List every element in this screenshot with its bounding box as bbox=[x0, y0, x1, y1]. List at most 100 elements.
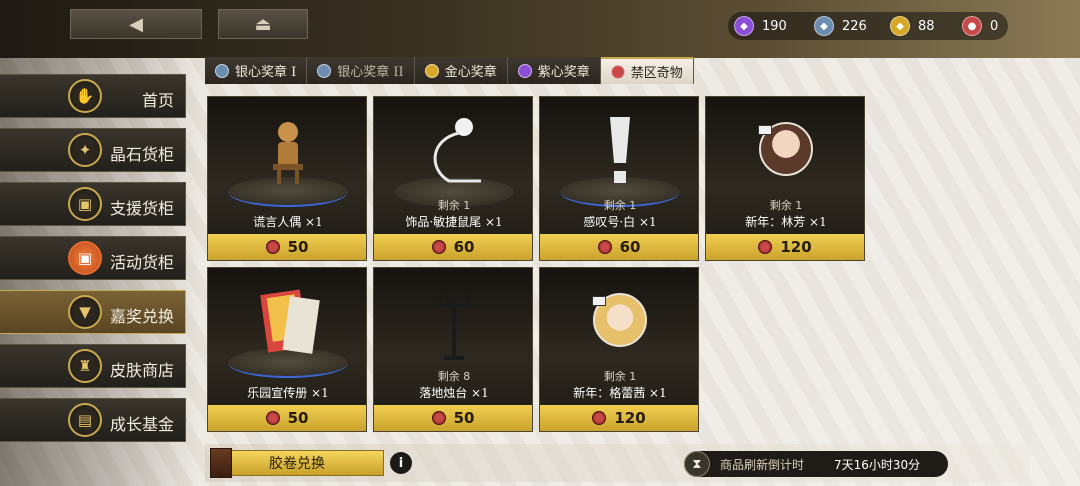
price-bar: 120 bbox=[540, 405, 698, 431]
puppet-figure-icon bbox=[253, 115, 323, 190]
item-remaining: 剩余 1 bbox=[769, 199, 803, 212]
tab-gold-heart[interactable]: 金心奖章 bbox=[414, 57, 508, 84]
price-bar: 60 bbox=[374, 234, 532, 260]
back-arrow-icon: ◀ bbox=[129, 13, 143, 35]
red-coin-icon bbox=[265, 240, 280, 254]
shop-item-card[interactable]: 谎言人偶 ×1 50 bbox=[207, 96, 367, 261]
currency-purple: ◆ 190 bbox=[734, 14, 787, 38]
box-icon: ▣ bbox=[68, 187, 102, 221]
currency-silver-value: 226 bbox=[842, 18, 867, 34]
red-coin-icon bbox=[265, 411, 280, 425]
eject-home-icon: ⏏ bbox=[254, 13, 272, 35]
sidebar-item-label: 活动货柜 bbox=[110, 253, 175, 272]
shop-item-card[interactable]: 乐园宣传册 ×1 50 bbox=[207, 267, 367, 432]
chest-icon: ▤ bbox=[68, 403, 102, 437]
item-price: 50 bbox=[287, 238, 309, 256]
red-coin-icon bbox=[610, 64, 625, 79]
item-price: 60 bbox=[453, 238, 475, 256]
purple-gem-icon: ◆ bbox=[734, 16, 754, 36]
hourglass-icon: ⧗ bbox=[684, 451, 710, 477]
home-button[interactable]: ⏏ bbox=[218, 9, 308, 39]
sidebar-item-support[interactable]: ▣ 支援货柜 bbox=[0, 182, 186, 226]
red-coin-icon bbox=[431, 240, 446, 254]
item-price: 50 bbox=[287, 409, 309, 427]
item-remaining: 剩余 8 bbox=[437, 370, 471, 383]
sidebar-item-label: 嘉奖兑换 bbox=[110, 307, 175, 326]
candelabra-icon bbox=[419, 286, 489, 361]
item-name: 落地烛台 ×1 bbox=[419, 386, 489, 400]
item-price: 50 bbox=[453, 409, 475, 427]
silver-gem-icon bbox=[215, 63, 229, 78]
sidebar-item-label: 首页 bbox=[142, 91, 175, 110]
currency-red-value: 0 bbox=[990, 18, 999, 34]
price-bar: 120 bbox=[706, 234, 864, 260]
item-price: 120 bbox=[780, 238, 812, 256]
medal-tabs: 银心奖章 I 银心奖章 II 金心奖章 紫心奖章 禁区奇物 bbox=[205, 57, 694, 84]
price-bar: 50 bbox=[208, 405, 366, 431]
tab-forbidden-curios[interactable]: 禁区奇物 bbox=[600, 57, 694, 84]
item-name: 谎言人偶 ×1 bbox=[253, 215, 323, 229]
currency-silver: ◆ 226 bbox=[814, 14, 867, 38]
brochure-icon bbox=[253, 286, 323, 361]
item-remaining: 剩余 1 bbox=[437, 199, 471, 212]
tab-silver-heart-2[interactable]: 银心奖章 II bbox=[307, 57, 415, 84]
sidebar-item-label: 成长基金 bbox=[110, 415, 175, 434]
sidebar-item-skin-shop[interactable]: ♜ 皮肤商店 bbox=[0, 344, 186, 388]
currency-gold-value: 88 bbox=[918, 18, 935, 34]
gold-gem-icon: ◆ bbox=[890, 16, 910, 36]
shop-item-card[interactable]: 剩余 1 新年：林芳 ×1 120 bbox=[705, 96, 865, 261]
price-bar: 60 bbox=[540, 234, 698, 260]
tab-label: 金心奖章 bbox=[444, 65, 497, 80]
red-coin-icon bbox=[431, 411, 446, 425]
shop-item-card[interactable]: 剩余 8 落地烛台 ×1 50 bbox=[373, 267, 533, 432]
sidebar-item-label: 支援货柜 bbox=[110, 199, 175, 218]
item-name: 感叹号·白 ×1 bbox=[583, 215, 657, 229]
refresh-countdown-time: 7天16小时30分 bbox=[834, 458, 921, 472]
tab-label: 禁区奇物 bbox=[630, 66, 683, 81]
silver-gem-icon bbox=[317, 63, 332, 78]
sidebar-item-crystal[interactable]: ✦ 晶石货柜 bbox=[0, 128, 186, 172]
currency-gold: ◆ 88 bbox=[890, 14, 935, 38]
red-coin-icon bbox=[592, 411, 607, 425]
tab-label: 银心奖章 I bbox=[235, 65, 297, 80]
currency-purple-value: 190 bbox=[762, 18, 787, 34]
sidebar-item-home[interactable]: ✋ 首页 bbox=[0, 74, 186, 118]
info-icon[interactable]: i bbox=[390, 452, 412, 474]
item-remaining: 剩余 1 bbox=[603, 370, 637, 383]
sidebar-item-medal-exchange[interactable]: ▼ 嘉奖兑换 bbox=[0, 290, 186, 334]
item-name: 饰品·敏捷鼠尾 ×1 bbox=[405, 215, 503, 229]
currency-red: ● 0 bbox=[962, 14, 998, 38]
item-name: 乐园宣传册 ×1 bbox=[247, 386, 329, 400]
gold-gem-icon bbox=[424, 63, 439, 78]
back-button[interactable]: ◀ bbox=[70, 9, 202, 39]
mouse-tail-icon bbox=[419, 115, 489, 190]
id-card-icon bbox=[758, 125, 772, 135]
item-remaining: 剩余 1 bbox=[603, 199, 637, 212]
refresh-countdown-label: 商品刷新倒计时 bbox=[720, 458, 805, 472]
item-name: 新年：格蕾茜 ×1 bbox=[573, 386, 667, 400]
crystal-icon: ✦ bbox=[68, 133, 102, 167]
sidebar-item-growth-fund[interactable]: ▤ 成长基金 bbox=[0, 398, 186, 442]
item-name: 新年：林芳 ×1 bbox=[745, 215, 827, 229]
red-coin-icon: ● bbox=[962, 16, 982, 36]
red-coin-icon bbox=[597, 240, 612, 254]
sidebar-item-event[interactable]: ▣ 活动货柜 bbox=[0, 236, 186, 280]
tab-purple-heart[interactable]: 紫心奖章 bbox=[507, 57, 601, 84]
outfit-icon: ♜ bbox=[68, 349, 102, 383]
shop-item-card[interactable]: 剩余 1 饰品·敏捷鼠尾 ×1 60 bbox=[373, 96, 533, 261]
exclamation-mark-icon bbox=[585, 115, 655, 190]
sidebar-item-label: 皮肤商店 bbox=[110, 361, 175, 380]
shop-item-card[interactable]: 剩余 1 感叹号·白 ×1 60 bbox=[539, 96, 699, 261]
hand-icon: ✋ bbox=[68, 79, 102, 113]
tab-silver-heart-1[interactable]: 银心奖章 I bbox=[205, 57, 308, 84]
event-box-icon: ▣ bbox=[68, 241, 102, 275]
purple-gem-icon bbox=[517, 63, 532, 78]
medal-icon: ▼ bbox=[68, 295, 102, 329]
item-price: 120 bbox=[614, 409, 646, 427]
red-coin-icon bbox=[758, 240, 773, 254]
info-glyph: i bbox=[398, 455, 404, 471]
shop-item-card[interactable]: 剩余 1 新年：格蕾茜 ×1 120 bbox=[539, 267, 699, 432]
price-bar: 50 bbox=[374, 405, 532, 431]
film-exchange-button[interactable]: 胶卷兑换 bbox=[210, 450, 384, 476]
film-roll-icon bbox=[210, 448, 232, 478]
